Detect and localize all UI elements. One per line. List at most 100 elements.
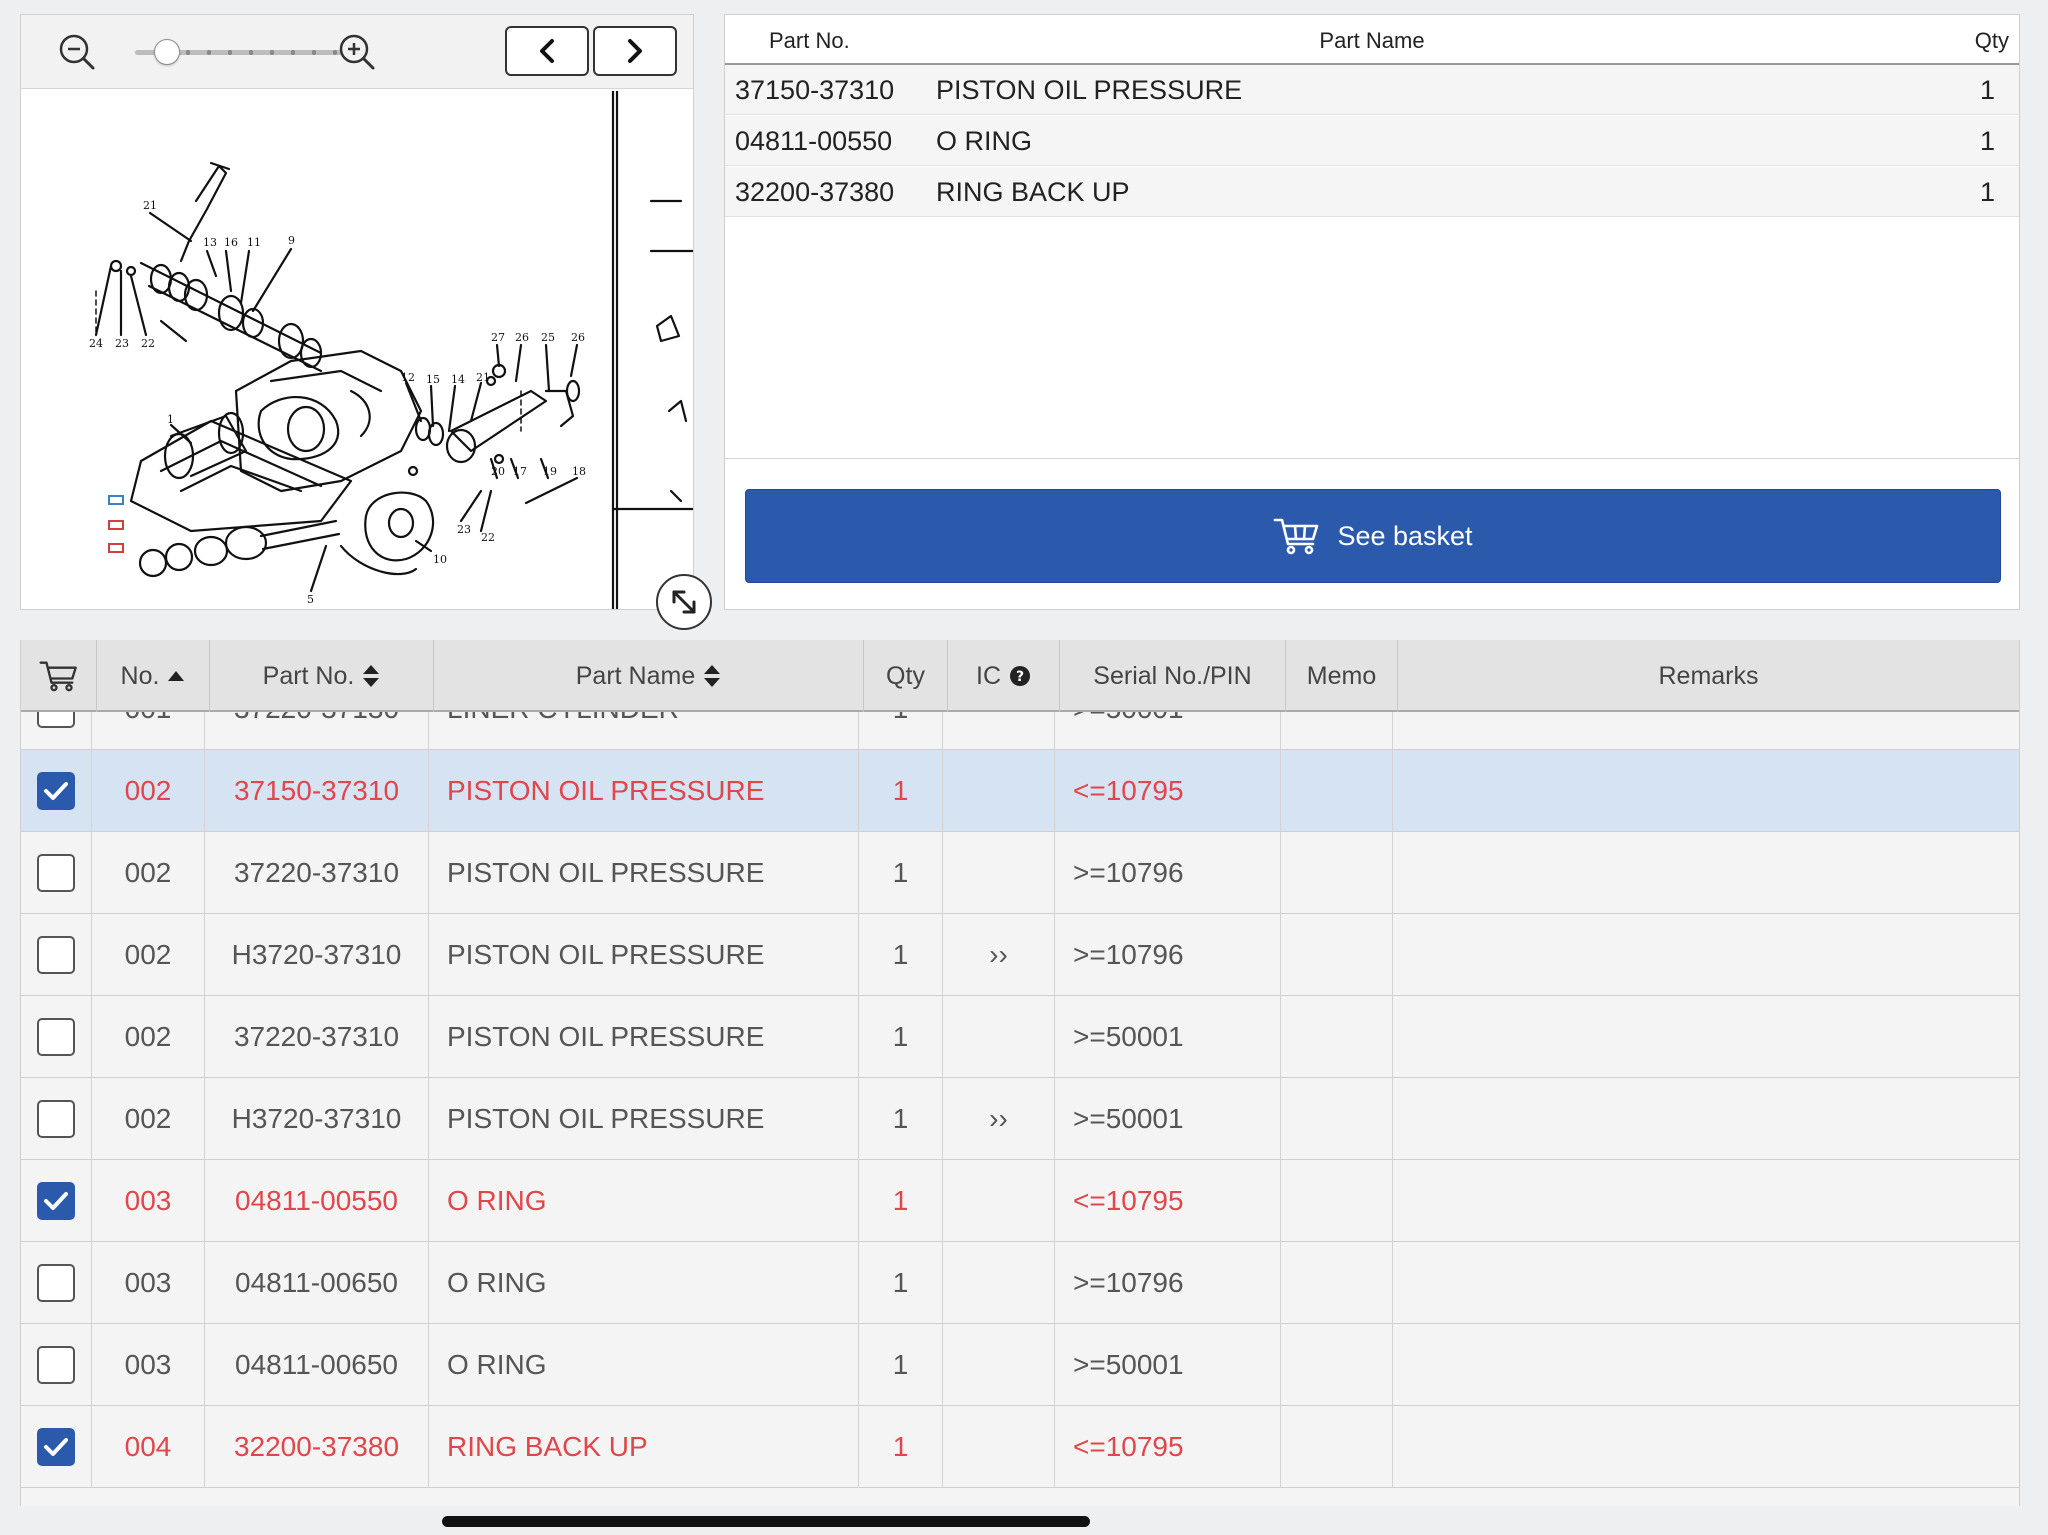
basket-item: 04811-00550 O RING 1 bbox=[725, 116, 2019, 166]
table-row[interactable]: 002 37220-37310 PISTON OIL PRESSURE 1 >=5000… bbox=[21, 996, 2019, 1078]
row-ic[interactable]: ›› bbox=[943, 1078, 1055, 1160]
row-memo bbox=[1281, 1078, 1393, 1160]
next-page-button[interactable] bbox=[593, 26, 677, 76]
row-part-no: 04811-00650 bbox=[205, 1324, 429, 1406]
svg-text:?: ? bbox=[1016, 669, 1024, 685]
row-memo bbox=[1281, 712, 1393, 750]
row-part-name: O RING bbox=[429, 1160, 859, 1242]
exploded-parts-diagram[interactable]: 21 13 16 11 9 24 23 22 27 26 25 26 12 15… bbox=[21, 91, 693, 609]
header-part-no-label: Part No. bbox=[262, 661, 355, 690]
header-part-no[interactable]: Part No. bbox=[210, 640, 434, 712]
row-remarks bbox=[1393, 914, 2019, 996]
row-qty: 1 bbox=[859, 1406, 943, 1488]
see-basket-label: See basket bbox=[1337, 520, 1473, 551]
row-part-no: 37220-37310 bbox=[205, 832, 429, 914]
add-to-basket-checkbox[interactable] bbox=[37, 1346, 75, 1384]
help-icon[interactable]: ? bbox=[1009, 665, 1031, 687]
row-no: 002 bbox=[92, 996, 205, 1078]
callout-label: 5 bbox=[307, 593, 314, 606]
cart-icon bbox=[1274, 518, 1319, 555]
row-no: 004 bbox=[92, 1406, 205, 1488]
add-to-basket-checkbox[interactable] bbox=[37, 1428, 75, 1466]
header-cart-column[interactable] bbox=[21, 640, 97, 712]
row-no: 002 bbox=[92, 750, 205, 832]
zoom-slider-thumb[interactable] bbox=[153, 39, 180, 65]
row-no: 002 bbox=[92, 914, 205, 996]
row-ic bbox=[943, 1242, 1055, 1324]
row-qty: 1 bbox=[859, 1078, 943, 1160]
slider-tick bbox=[312, 50, 316, 55]
checkmark-icon bbox=[44, 1438, 68, 1456]
callout-label: 1 bbox=[167, 413, 174, 426]
header-no[interactable]: No. bbox=[97, 640, 210, 712]
row-qty: 1 bbox=[859, 914, 943, 996]
expand-diagram-button[interactable] bbox=[656, 574, 712, 630]
table-row[interactable]: 003 04811-00550 O RING 1 <=10795 bbox=[21, 1160, 2019, 1242]
add-to-basket-checkbox[interactable] bbox=[37, 854, 75, 892]
zoom-out-icon[interactable] bbox=[55, 30, 99, 74]
row-checkbox-cell bbox=[21, 1406, 92, 1488]
table-row[interactable]: 00137220-37130LINER CYLINDER1 >=50001 bbox=[21, 712, 2019, 750]
row-remarks bbox=[1393, 996, 2019, 1078]
table-row[interactable]: 004 32200-37380 RING BACK UP 1 <=10795 bbox=[21, 1406, 2019, 1488]
row-qty: 1 bbox=[859, 1324, 943, 1406]
callout-label: 12 bbox=[401, 371, 415, 384]
header-ic-label: IC bbox=[976, 661, 1001, 690]
callout-label: 26 bbox=[571, 331, 585, 344]
add-to-basket-checkbox[interactable] bbox=[37, 772, 75, 810]
basket-item-part-name: PISTON OIL PRESSURE bbox=[936, 75, 1243, 105]
add-to-basket-checkbox[interactable] bbox=[37, 1264, 75, 1302]
row-memo bbox=[1281, 1406, 1393, 1488]
callout-label: 11 bbox=[247, 236, 261, 249]
row-checkbox-cell bbox=[21, 1324, 92, 1406]
row-part-no: 37220-37130 bbox=[205, 712, 429, 750]
basket-summary: Part No. Part Name Qty 37150-37310 PISTO… bbox=[724, 14, 2020, 610]
row-ic[interactable]: ›› bbox=[943, 914, 1055, 996]
callout-label: 15 bbox=[426, 373, 440, 386]
zoom-slider[interactable] bbox=[117, 37, 343, 67]
add-to-basket-checkbox[interactable] bbox=[37, 1182, 75, 1220]
header-serial: Serial No./PIN bbox=[1060, 640, 1286, 712]
row-checkbox-cell bbox=[21, 1242, 92, 1324]
home-indicator[interactable] bbox=[442, 1516, 1090, 1527]
checkmark-icon bbox=[44, 782, 68, 800]
diagram-viewer: 21 13 16 11 9 24 23 22 27 26 25 26 12 15… bbox=[20, 14, 694, 610]
parts-table-body[interactable]: 00137220-37130LINER CYLINDER1>=500010023… bbox=[21, 712, 2019, 1506]
slider-tick bbox=[249, 50, 253, 55]
table-row[interactable]: 002 H3720-37310 PISTON OIL PRESSURE 1 ›› >=10… bbox=[21, 914, 2019, 996]
zoom-in-icon[interactable] bbox=[335, 30, 379, 74]
previous-page-button[interactable] bbox=[505, 26, 589, 76]
callout-label: 10 bbox=[433, 553, 447, 566]
chevron-right-icon bbox=[628, 39, 642, 63]
row-qty: 1 bbox=[859, 1242, 943, 1324]
basket-header-qty: Qty bbox=[1974, 28, 2009, 53]
row-part-no: 37150-37310 bbox=[205, 750, 429, 832]
add-to-basket-checkbox[interactable] bbox=[37, 1100, 75, 1138]
table-row[interactable]: 003 04811-00650 O RING 1 >=50001 bbox=[21, 1324, 2019, 1406]
row-part-no: H3720-37310 bbox=[205, 914, 429, 996]
sort-ascending-icon bbox=[168, 671, 185, 681]
add-to-basket-checkbox[interactable] bbox=[37, 936, 75, 974]
header-part-name[interactable]: Part Name bbox=[434, 640, 864, 712]
callout-label: 18 bbox=[572, 465, 586, 478]
row-part-no: H3720-37310 bbox=[205, 1078, 429, 1160]
expand-diagonal-icon bbox=[672, 590, 696, 614]
header-ic: IC ? bbox=[948, 640, 1060, 712]
row-ic bbox=[943, 712, 1055, 750]
see-basket-button[interactable]: See basket bbox=[745, 489, 2001, 583]
row-remarks bbox=[1393, 1160, 2019, 1242]
add-to-basket-checkbox[interactable] bbox=[37, 712, 75, 728]
table-row[interactable]: 002 37150-37310 PISTON OIL PRESSURE 1 <=1079… bbox=[21, 750, 2019, 832]
row-serial: >=50001 bbox=[1055, 712, 1281, 750]
row-memo bbox=[1281, 996, 1393, 1078]
header-remarks-label: Remarks bbox=[1658, 661, 1759, 690]
row-ic bbox=[943, 996, 1055, 1078]
row-qty: 1 bbox=[859, 832, 943, 914]
table-row[interactable]: 003 04811-00650 O RING 1 >=10796 bbox=[21, 1242, 2019, 1324]
table-row[interactable]: 002 37220-37310 PISTON OIL PRESSURE 1 >=1079… bbox=[21, 832, 2019, 914]
add-to-basket-checkbox[interactable] bbox=[37, 1018, 75, 1056]
row-no: 001 bbox=[92, 712, 205, 750]
table-row[interactable]: 002 H3720-37310 PISTON OIL PRESSURE 1 ›› >=50… bbox=[21, 1078, 2019, 1160]
row-part-name: LINER CYLINDER bbox=[429, 712, 859, 750]
row-remarks bbox=[1393, 712, 2019, 750]
